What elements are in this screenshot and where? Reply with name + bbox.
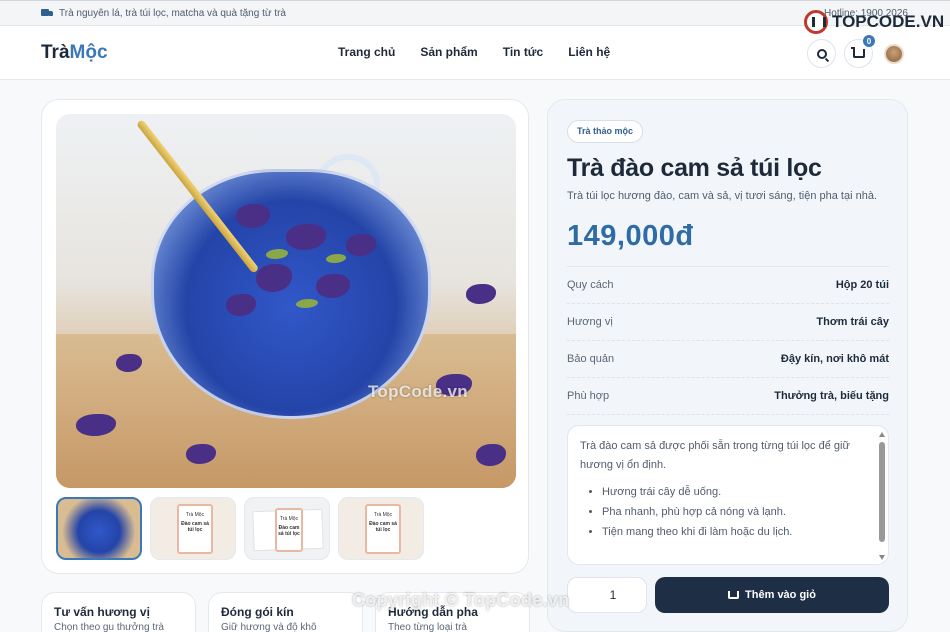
description-bullet: Pha nhanh, phù hợp cả nóng và lạnh. (602, 503, 870, 522)
cart-icon (850, 47, 865, 58)
nav-contact[interactable]: Liên hệ (568, 45, 610, 59)
description-bullet: Hương trái cây dễ uống. (602, 483, 870, 502)
feature-text: Theo từng loại trà (388, 622, 467, 632)
cart-icon (728, 591, 740, 599)
topcode-logo-icon (804, 10, 828, 34)
scroll-down-arrow-icon[interactable] (879, 555, 885, 560)
feature-title: Đóng gói kín (221, 605, 294, 619)
main-nav: Trang chủ Sản phẩm Tin tức Liên hệ (338, 45, 610, 59)
feature-card: Tư vấn hương vị Chọn theo gu thưởng trà (41, 592, 196, 632)
brand-watermark-text: TOPCODE.VN (832, 12, 945, 31)
search-button[interactable] (807, 39, 836, 68)
spec-list: Quy cách Hộp 20 túi Hương vị Thơm trái c… (567, 266, 889, 415)
add-to-cart-button[interactable]: Thêm vào giỏ (655, 577, 889, 613)
cart-count-badge: 0 (863, 35, 875, 47)
site-logo[interactable]: TràMộc (41, 42, 108, 64)
product-title: Trà đào cam sả túi lọc (567, 154, 822, 182)
truck-icon (41, 9, 53, 18)
thumbnail-card-title: Đào cam sả túi lọc (369, 521, 397, 533)
thumbnail-card-brand: Trà Mộc (279, 516, 299, 522)
nav-products[interactable]: Sản phẩm (420, 45, 477, 59)
product-price: 149,000đ (567, 220, 694, 252)
search-icon (816, 48, 827, 59)
nav-home[interactable]: Trang chủ (338, 45, 395, 59)
announcement: Trà nguyên lá, trà túi lọc, matcha và qu… (41, 8, 286, 19)
category-chip[interactable]: Trà thảo mộc (567, 120, 644, 143)
product-subtitle: Trà túi lọc hương đào, cam và sả, vị tươ… (567, 190, 878, 202)
product-info-panel: Trà thảo mộc Trà đào cam sả túi lọc Trà … (547, 99, 908, 632)
nav-news[interactable]: Tin tức (503, 45, 543, 59)
thumbnail-card: Trà Mộc Đào cam sả túi lọc (365, 504, 401, 554)
announcement-text: Trà nguyên lá, trà túi lọc, matcha và qu… (59, 8, 286, 19)
product-description[interactable]: Trà đào cam sả được phối sẵn trong từng … (567, 425, 889, 565)
add-to-cart-label: Thêm vào giỏ (745, 589, 816, 601)
center-watermark: TopCode.vn (368, 382, 468, 401)
cart-button[interactable]: 0 (844, 35, 875, 68)
brand-watermark: TOPCODE.VN (804, 10, 944, 34)
spec-label: Quy cách (567, 279, 614, 291)
feature-text: Giữ hương và độ khô (221, 622, 317, 632)
thumbnail-card-brand: Trà Mộc (373, 512, 393, 518)
thumbnail-card: Trà Mộc Đào cam sả túi lọc (177, 504, 213, 554)
spec-row: Bảo quản Đậy kín, nơi khô mát (567, 341, 889, 378)
thumbnail-card-title: Đào cam sả túi lọc (278, 525, 300, 537)
description-bullet: Tiện mang theo khi đi làm hoặc du lịch. (602, 523, 870, 542)
product-main-image[interactable]: TopCode.vn (56, 114, 516, 488)
spec-row: Hương vị Thơm trái cây (567, 304, 889, 341)
spec-row: Phù hợp Thưởng trà, biếu tặng (567, 378, 889, 415)
spec-label: Bảo quản (567, 353, 615, 365)
spec-label: Phù hợp (567, 390, 610, 402)
spec-value: Hộp 20 túi (835, 279, 889, 291)
description-bullets: Hương trái cây dễ uống. Pha nhanh, phù h… (580, 483, 870, 542)
spec-value: Thơm trái cây (816, 316, 889, 328)
thumbnail-card: Trà Mộc Đào cam sả túi lọc (275, 508, 303, 552)
scroll-thumb[interactable] (879, 442, 885, 542)
feature-title: Tư vấn hương vị (54, 605, 150, 619)
spec-value: Đậy kín, nơi khô mát (780, 353, 889, 365)
spec-value: Thưởng trà, biếu tặng (774, 390, 889, 402)
copyright-watermark: Copyright © TopCode.vn (352, 590, 570, 610)
flower-petal (466, 284, 496, 304)
quantity-input[interactable]: 1 (567, 577, 647, 613)
site-header: TràMộc Trang chủ Sản phẩm Tin tức Liên h… (0, 26, 950, 80)
scroll-up-arrow-icon[interactable] (879, 432, 885, 437)
feature-card: Đóng gói kín Giữ hương và độ khô (208, 592, 363, 632)
user-avatar[interactable] (884, 44, 904, 64)
spec-label: Hương vị (567, 316, 613, 328)
thumbnail-3[interactable]: Trà Mộc Đào cam sả túi lọc (244, 497, 330, 560)
thumbnail-4[interactable]: Trà Mộc Đào cam sả túi lọc (338, 497, 424, 560)
spec-row: Quy cách Hộp 20 túi (567, 267, 889, 304)
thumbnail-1[interactable] (56, 497, 142, 560)
thumbnail-2[interactable]: Trà Mộc Đào cam sả túi lọc (150, 497, 236, 560)
feature-text: Chọn theo gu thưởng trà (54, 622, 164, 632)
description-text: Trà đào cam sả được phối sẵn trong từng … (580, 440, 850, 471)
description-scrollbar[interactable] (879, 432, 885, 560)
product-gallery: TopCode.vn Trà Mộc Đào cam sả túi lọc Tr… (41, 99, 529, 574)
logo-accent-text: Mộc (69, 42, 108, 63)
thumbnail-card-brand: Trà Mộc (185, 512, 205, 518)
logo-main-text: Trà (41, 42, 70, 63)
thumbnail-card-title: Đào cam sả túi lọc (181, 521, 209, 533)
thumbnail-strip: Trà Mộc Đào cam sả túi lọc Trà Mộc Đào c… (56, 497, 424, 560)
